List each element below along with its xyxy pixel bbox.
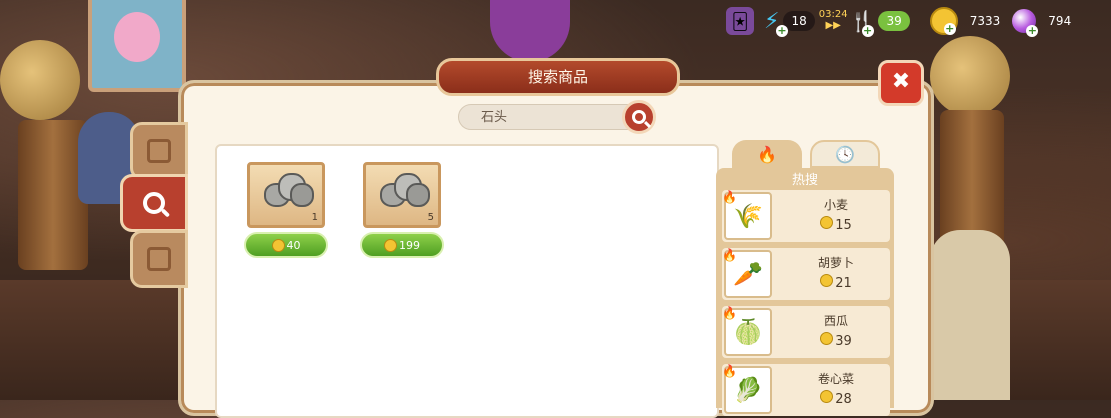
hot-item[interactable]: 🥕 🔥 胡萝卜 21 <box>722 248 890 300</box>
background-lamp-right <box>930 36 1010 116</box>
tab-shop[interactable] <box>130 122 188 180</box>
search-button[interactable] <box>622 100 656 134</box>
coin-icon <box>820 216 834 229</box>
wheat-icon: 🌾 🔥 <box>722 190 772 240</box>
result-item[interactable]: 5 199 <box>360 162 444 258</box>
flame-icon: 🔥 <box>757 144 777 164</box>
energy-value: 18 <box>783 11 815 31</box>
item-quantity: 1 <box>311 212 318 223</box>
watermelon-icon: 🍈 🔥 <box>722 306 772 356</box>
buy-button[interactable]: 199 <box>360 232 444 258</box>
food-counter[interactable]: 🍴 + 39 <box>850 9 910 37</box>
timer-block: 03:24 ▶▶ <box>819 10 848 32</box>
gem-value: 794 <box>1048 14 1072 28</box>
tab-hot[interactable]: 🔥 <box>732 140 802 168</box>
shop-card-icon[interactable]: 🃏 <box>726 7 754 35</box>
search-input[interactable]: 石头 <box>458 104 648 130</box>
flame-icon: 🔥 <box>722 364 737 378</box>
hot-item[interactable]: 🌾 🔥 小麦 15 <box>722 190 890 242</box>
coin-value: 7333 <box>969 14 1001 28</box>
hot-item-price: 15 <box>782 216 890 233</box>
hot-item[interactable]: 🍈 🔥 西瓜 39 <box>722 306 890 358</box>
background-plush-bear <box>490 0 570 62</box>
result-item[interactable]: 1 40 <box>244 162 328 258</box>
item-quantity: 5 <box>427 212 434 223</box>
tab-history[interactable]: 🕓 <box>810 140 880 168</box>
coin-icon <box>384 238 397 252</box>
background-character <box>930 230 1010 400</box>
clock-icon: 🕓 <box>835 144 855 164</box>
hot-item-name: 小麦 <box>823 198 848 212</box>
energy-counter[interactable]: ⚡ + 18 <box>764 9 815 37</box>
carrot-icon: 🥕 🔥 <box>722 248 772 298</box>
magnifier-icon <box>632 110 646 124</box>
item-price: 199 <box>399 238 420 252</box>
buy-button[interactable]: 40 <box>244 232 328 258</box>
search-icon <box>143 192 165 214</box>
hot-item-price: 39 <box>782 332 890 349</box>
hot-item-name: 西瓜 <box>823 314 848 328</box>
flame-icon: 🔥 <box>722 306 737 320</box>
stone-crate: 5 <box>363 162 441 228</box>
storage-tab-icon <box>147 247 171 271</box>
hot-item-price: 28 <box>782 390 890 407</box>
fast-forward-icon: ▶▶ <box>825 20 841 31</box>
cabbage-icon: 🥬 🔥 <box>722 364 772 414</box>
energy-plus-icon[interactable]: + <box>776 24 788 37</box>
coin-counter[interactable]: + 7333 <box>929 7 1009 35</box>
background-poster <box>88 0 186 92</box>
stone-crate: 1 <box>247 162 325 228</box>
shop-tab-icon <box>147 139 171 163</box>
hot-item[interactable]: 🥬 🔥 卷心菜 28 <box>722 364 890 416</box>
timer-text: 03:24 <box>818 9 848 20</box>
hot-item-name: 胡萝卜 <box>817 256 854 270</box>
stone-icon <box>380 173 430 209</box>
dialog-title: 搜索商品 <box>436 58 680 96</box>
flame-icon: 🔥 <box>722 248 737 262</box>
close-icon: ✖ <box>891 69 911 94</box>
hot-item-price: 21 <box>782 274 890 291</box>
coin-icon <box>820 332 834 345</box>
flame-icon: 🔥 <box>722 190 737 204</box>
stone-icon <box>264 173 314 209</box>
gem-plus-icon[interactable]: + <box>1026 25 1039 37</box>
coin-icon <box>820 390 834 403</box>
tab-search[interactable] <box>120 174 188 232</box>
gem-counter[interactable]: + 794 <box>1012 9 1079 37</box>
hud-bar: 🃏 ⚡ + 18 03:24 ▶▶ 🍴 + 39 + 7333 + 794 <box>726 6 1079 37</box>
background-lamp-left <box>0 40 80 120</box>
coin-plus-icon[interactable]: + <box>943 23 956 35</box>
food-value: 39 <box>878 11 910 31</box>
coin-icon <box>820 274 834 287</box>
tab-storage[interactable] <box>130 230 188 288</box>
close-button[interactable]: ✖ <box>878 60 924 106</box>
item-price: 40 <box>286 238 301 252</box>
food-plus-icon[interactable]: + <box>861 25 874 37</box>
coin-icon <box>271 238 285 252</box>
hot-search-header: 热搜 <box>791 173 818 188</box>
hot-item-name: 卷心菜 <box>817 372 854 386</box>
